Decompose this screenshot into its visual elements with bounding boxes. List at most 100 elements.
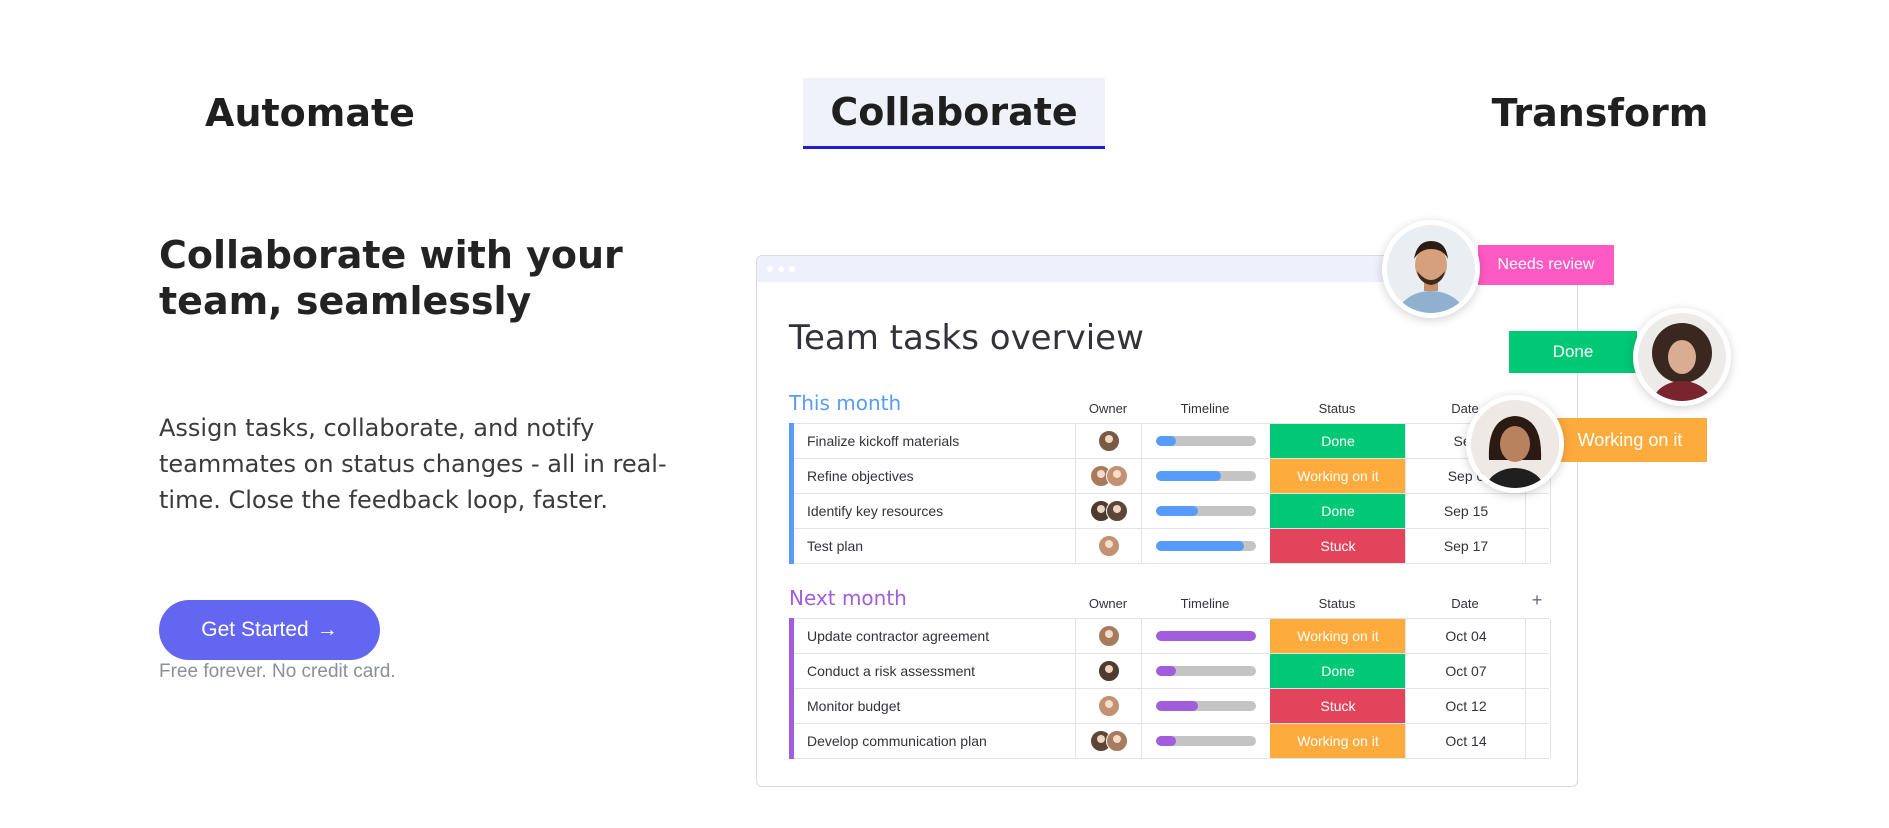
status-cell[interactable]: Done <box>1269 494 1406 528</box>
owner-cell[interactable] <box>1075 494 1142 528</box>
owner-avatar <box>1098 430 1120 452</box>
date-cell[interactable]: Oct 04 <box>1405 619 1526 653</box>
tab-collaborate[interactable]: Collaborate <box>803 78 1105 149</box>
empty-cell <box>1525 494 1551 528</box>
window-dot-icon <box>778 266 784 272</box>
task-name[interactable]: Monitor budget <box>807 689 1073 723</box>
timeline-cell[interactable] <box>1141 494 1270 528</box>
date-cell[interactable]: Sep 15 <box>1405 494 1526 528</box>
table-row[interactable]: Finalize kickoff materials Done Sep <box>789 423 1551 459</box>
date-cell[interactable]: Oct 07 <box>1405 654 1526 688</box>
status-cell[interactable]: Done <box>1269 654 1406 688</box>
person-avatar <box>1382 220 1480 318</box>
owner-cell[interactable] <box>1075 654 1142 688</box>
column-owner: Owner <box>1088 401 1128 416</box>
group-color-bar <box>789 528 794 564</box>
floating-badge-working: Working on it <box>1553 418 1707 462</box>
status-cell[interactable]: Stuck <box>1269 689 1406 723</box>
owner-cell[interactable] <box>1075 424 1142 458</box>
group-this-month: This month Owner Timeline Status Date Fi… <box>789 389 1551 564</box>
floating-badge-needs-review: Needs review <box>1478 245 1614 285</box>
date-cell[interactable]: Oct 14 <box>1405 724 1526 758</box>
tab-transform[interactable]: Transform <box>1480 78 1720 148</box>
empty-cell <box>1525 654 1551 688</box>
timeline-fill <box>1156 541 1244 551</box>
status-cell[interactable]: Working on it <box>1269 724 1406 758</box>
timeline-fill <box>1156 506 1198 516</box>
board-title: Team tasks overview <box>789 318 1144 358</box>
timeline-fill <box>1156 631 1256 641</box>
empty-cell <box>1525 619 1551 653</box>
timeline-fill <box>1156 666 1176 676</box>
timeline-cell[interactable] <box>1141 689 1270 723</box>
owner-cell[interactable] <box>1075 459 1142 493</box>
timeline-cell[interactable] <box>1141 459 1270 493</box>
free-forever-note: Free forever. No credit card. <box>159 661 396 682</box>
get-started-button[interactable]: Get Started → <box>159 600 380 660</box>
group-color-bar <box>789 688 794 724</box>
group-color-bar <box>789 458 794 494</box>
timeline-cell[interactable] <box>1141 654 1270 688</box>
group-title[interactable]: Next month <box>789 586 907 610</box>
timeline-cell[interactable] <box>1141 619 1270 653</box>
group-color-bar <box>789 423 794 459</box>
owner-avatar <box>1098 535 1120 557</box>
owner-avatar <box>1106 500 1128 522</box>
owner-avatar <box>1098 625 1120 647</box>
add-column-icon[interactable]: + <box>1525 590 1549 611</box>
table-row[interactable]: Develop communication plan Working on it… <box>789 723 1551 759</box>
timeline-fill <box>1156 701 1198 711</box>
owner-avatar <box>1106 730 1128 752</box>
owner-cell[interactable] <box>1075 724 1142 758</box>
task-name[interactable]: Finalize kickoff materials <box>807 424 1073 458</box>
group-title[interactable]: This month <box>789 391 901 415</box>
group-color-bar <box>789 653 794 689</box>
owner-cell[interactable] <box>1075 689 1142 723</box>
get-started-label: Get Started <box>201 618 309 641</box>
date-cell[interactable]: Sep 17 <box>1405 529 1526 563</box>
person-avatar <box>1633 308 1731 406</box>
status-cell[interactable]: Working on it <box>1269 459 1406 493</box>
task-name[interactable]: Update contractor agreement <box>807 619 1073 653</box>
table-row[interactable]: Conduct a risk assessment Done Oct 07 <box>789 653 1551 689</box>
owner-cell[interactable] <box>1075 529 1142 563</box>
owner-avatar <box>1098 660 1120 682</box>
table-row[interactable]: Refine objectives Working on it Sep 0 <box>789 458 1551 494</box>
task-name[interactable]: Refine objectives <box>807 459 1073 493</box>
empty-cell <box>1525 724 1551 758</box>
timeline-fill <box>1156 436 1176 446</box>
status-cell[interactable]: Stuck <box>1269 529 1406 563</box>
task-name[interactable]: Test plan <box>807 529 1073 563</box>
timeline-track <box>1156 701 1256 711</box>
group-next-month: Next month Owner Timeline Status Date + … <box>789 584 1551 759</box>
arrow-right-icon: → <box>316 618 338 641</box>
table-row[interactable]: Test plan Stuck Sep 17 <box>789 528 1551 564</box>
task-name[interactable]: Identify key resources <box>807 494 1073 528</box>
timeline-cell[interactable] <box>1141 724 1270 758</box>
date-cell[interactable]: Oct 12 <box>1405 689 1526 723</box>
status-cell[interactable]: Done <box>1269 424 1406 458</box>
group-color-bar <box>789 723 794 759</box>
timeline-cell[interactable] <box>1141 424 1270 458</box>
table-row[interactable]: Identify key resources Done Sep 15 <box>789 493 1551 529</box>
timeline-track <box>1156 541 1256 551</box>
column-timeline: Timeline <box>1180 596 1230 611</box>
table-row[interactable]: Monitor budget Stuck Oct 12 <box>789 688 1551 724</box>
tab-automate[interactable]: Automate <box>200 78 420 148</box>
owner-cell[interactable] <box>1075 619 1142 653</box>
timeline-fill <box>1156 736 1176 746</box>
timeline-track <box>1156 736 1256 746</box>
timeline-track <box>1156 471 1256 481</box>
task-name[interactable]: Conduct a risk assessment <box>807 654 1073 688</box>
status-cell[interactable]: Working on it <box>1269 619 1406 653</box>
task-name[interactable]: Develop communication plan <box>807 724 1073 758</box>
timeline-track <box>1156 631 1256 641</box>
column-status: Status <box>1318 596 1356 611</box>
column-status: Status <box>1318 401 1356 416</box>
column-timeline: Timeline <box>1180 401 1230 416</box>
description: Assign tasks, collaborate, and notify te… <box>159 414 667 514</box>
timeline-cell[interactable] <box>1141 529 1270 563</box>
owner-avatar <box>1106 465 1128 487</box>
group-color-bar <box>789 493 794 529</box>
table-row[interactable]: Update contractor agreement Working on i… <box>789 618 1551 654</box>
